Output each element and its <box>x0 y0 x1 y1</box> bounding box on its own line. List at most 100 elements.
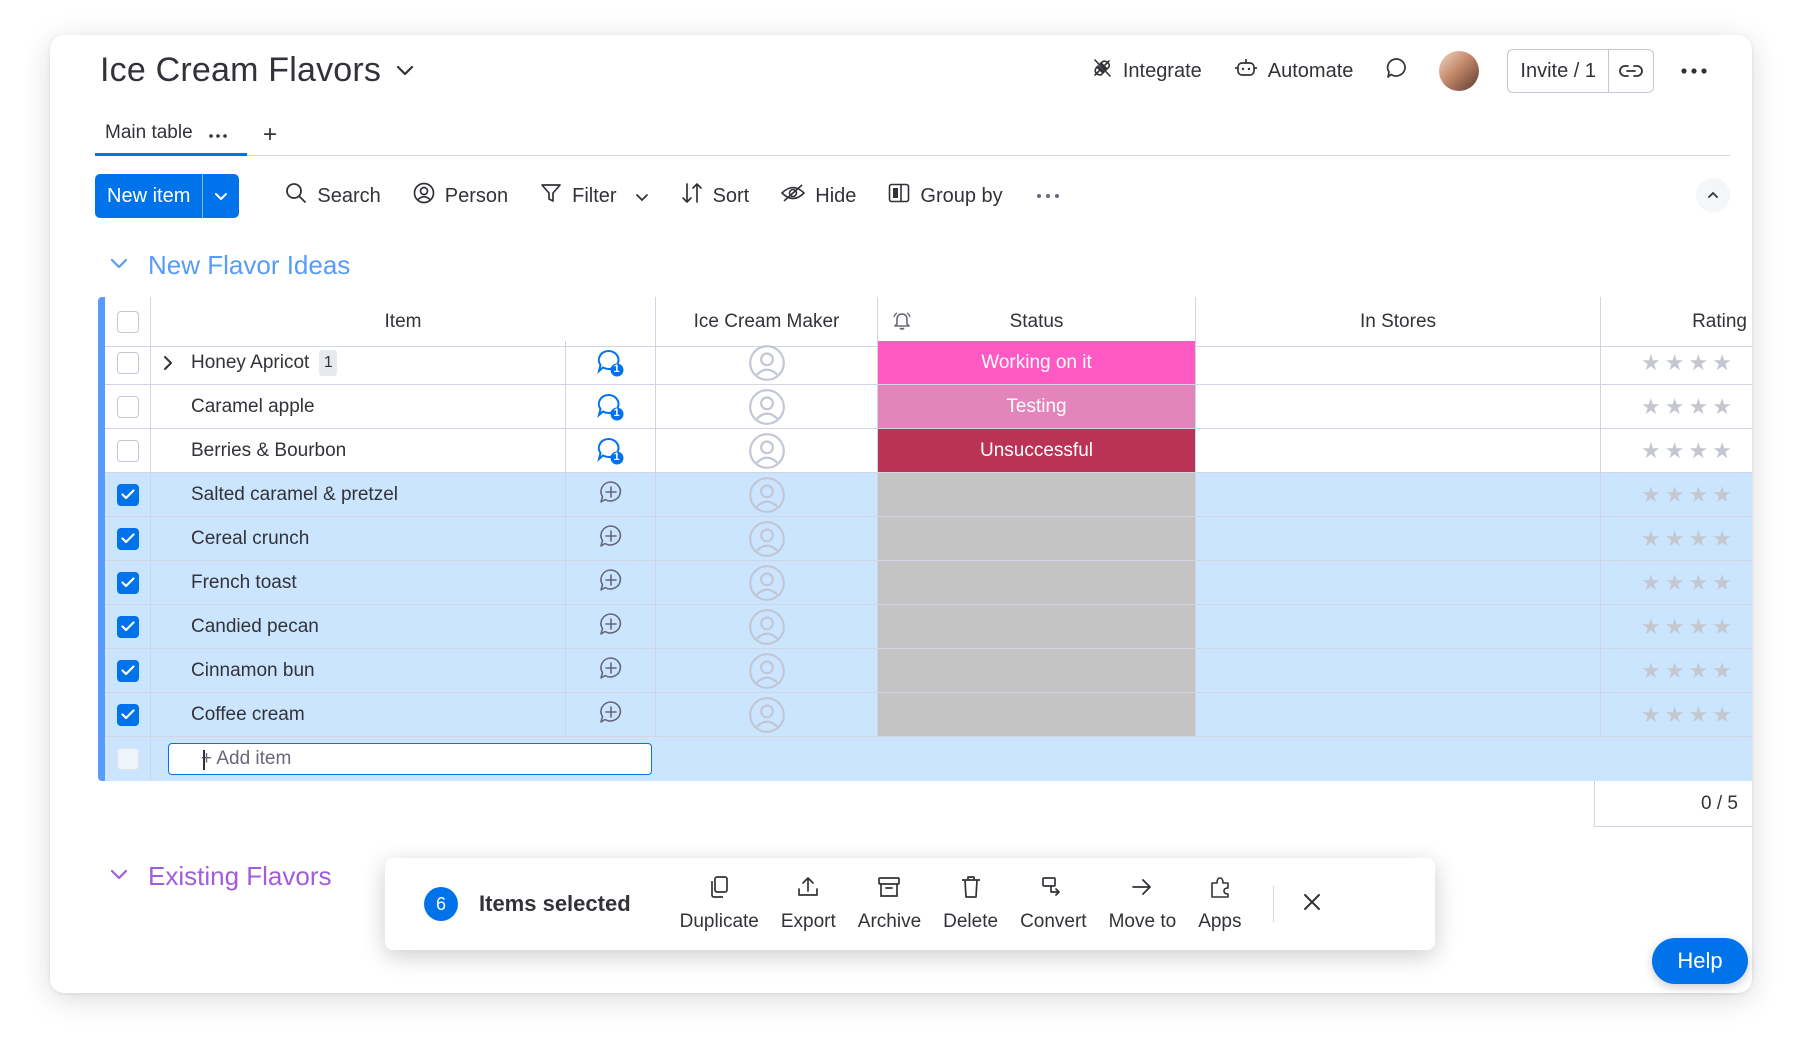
group-header-existing-flavors[interactable]: Existing Flavors <box>110 861 332 892</box>
in-stores-cell[interactable] <box>1196 385 1601 428</box>
table-row[interactable]: Coffee cream ★ ★ ★ ★ <box>105 693 1752 737</box>
row-checkbox[interactable] <box>116 615 139 638</box>
star-icon[interactable]: ★ <box>1665 350 1685 376</box>
tab-main-table[interactable]: Main table <box>95 113 247 156</box>
item-name-cell[interactable]: Caramel apple <box>151 385 566 428</box>
status-cell[interactable]: Testing <box>878 385 1196 428</box>
item-name-cell[interactable]: Candied pecan <box>151 605 566 648</box>
table-row[interactable]: Honey Apricot 1 1 Working on it ★ ★ ★ ★ <box>105 341 1752 385</box>
person-filter-button[interactable]: Person <box>397 174 524 218</box>
rating-stars[interactable]: ★ ★ ★ ★ <box>1641 482 1732 508</box>
add-update-icon[interactable] <box>598 479 624 510</box>
updates-cell[interactable] <box>566 605 656 648</box>
in-stores-cell[interactable] <box>1196 693 1601 736</box>
item-name[interactable]: French toast <box>191 572 297 594</box>
group-collapse-icon[interactable] <box>110 868 128 886</box>
person-placeholder-icon[interactable] <box>748 564 786 602</box>
rating-stars[interactable]: ★ ★ ★ ★ <box>1641 438 1732 464</box>
sort-button[interactable]: Sort <box>665 174 766 218</box>
maker-cell[interactable] <box>656 341 878 384</box>
add-update-icon[interactable] <box>598 655 624 686</box>
archive-button[interactable]: Archive <box>847 875 932 933</box>
maker-cell[interactable] <box>656 429 878 472</box>
updates-cell[interactable] <box>566 517 656 560</box>
star-icon[interactable]: ★ <box>1665 570 1685 596</box>
group-by-button[interactable]: Group by <box>872 174 1018 218</box>
person-placeholder-icon[interactable] <box>748 388 786 426</box>
status-cell[interactable] <box>878 605 1196 648</box>
maker-cell[interactable] <box>656 693 878 736</box>
column-header-stores[interactable]: In Stores <box>1196 297 1601 346</box>
status-cell[interactable] <box>878 517 1196 560</box>
apps-button[interactable]: Apps <box>1187 875 1252 933</box>
star-icon[interactable]: ★ <box>1712 482 1732 508</box>
filter-dropdown-icon[interactable] <box>635 185 649 208</box>
rating-cell[interactable]: ★ ★ ★ ★ <box>1601 429 1752 472</box>
updates-count-icon[interactable]: 1 <box>596 348 626 378</box>
status-cell[interactable]: Working on it <box>878 341 1196 384</box>
star-icon[interactable]: ★ <box>1688 658 1708 684</box>
updates-cell[interactable] <box>566 473 656 516</box>
automate-button[interactable]: Automate <box>1218 49 1370 93</box>
row-checkbox[interactable] <box>116 439 139 462</box>
star-icon[interactable]: ★ <box>1688 570 1708 596</box>
star-icon[interactable]: ★ <box>1641 438 1661 464</box>
in-stores-cell[interactable] <box>1196 473 1601 516</box>
maker-cell[interactable] <box>656 517 878 560</box>
item-name-cell[interactable]: Berries & Bourbon <box>151 429 566 472</box>
row-checkbox[interactable] <box>116 703 139 726</box>
star-icon[interactable]: ★ <box>1688 438 1708 464</box>
table-row[interactable]: French toast ★ ★ ★ ★ <box>105 561 1752 605</box>
in-stores-cell[interactable] <box>1196 649 1601 692</box>
maker-cell[interactable] <box>656 561 878 604</box>
group-header-new-flavor-ideas[interactable]: New Flavor Ideas <box>110 250 350 281</box>
in-stores-cell[interactable] <box>1196 517 1601 560</box>
star-icon[interactable]: ★ <box>1665 394 1685 420</box>
rating-stars[interactable]: ★ ★ ★ ★ <box>1641 570 1732 596</box>
person-placeholder-icon[interactable] <box>748 608 786 646</box>
item-name[interactable]: Cinnamon bun <box>191 660 315 682</box>
integrate-button[interactable]: Integrate <box>1075 49 1218 93</box>
item-name[interactable]: Caramel apple <box>191 396 315 418</box>
star-icon[interactable]: ★ <box>1688 614 1708 640</box>
status-cell[interactable] <box>878 561 1196 604</box>
row-checkbox[interactable] <box>116 527 139 550</box>
star-icon[interactable]: ★ <box>1665 614 1685 640</box>
status-cell[interactable]: Unsuccessful <box>878 429 1196 472</box>
column-header-maker[interactable]: Ice Cream Maker <box>656 297 878 346</box>
invite-button[interactable]: Invite / 1 <box>1507 49 1654 93</box>
person-placeholder-icon[interactable] <box>748 520 786 558</box>
star-icon[interactable]: ★ <box>1665 482 1685 508</box>
star-icon[interactable]: ★ <box>1641 702 1661 728</box>
add-item-input[interactable]: + Add item <box>168 743 652 775</box>
maker-cell[interactable] <box>656 649 878 692</box>
table-row[interactable]: Cinnamon bun ★ ★ ★ ★ <box>105 649 1752 693</box>
star-icon[interactable]: ★ <box>1665 658 1685 684</box>
table-row[interactable]: Caramel apple 1 Testing ★ ★ ★ ★ <box>105 385 1752 429</box>
star-icon[interactable]: ★ <box>1712 350 1732 376</box>
select-all-checkbox[interactable] <box>116 310 139 333</box>
star-icon[interactable]: ★ <box>1712 526 1732 552</box>
star-icon[interactable]: ★ <box>1641 658 1661 684</box>
item-name-cell[interactable]: Coffee cream <box>151 693 566 736</box>
rating-cell[interactable]: ★ ★ ★ ★ <box>1601 693 1752 736</box>
table-row[interactable]: Salted caramel & pretzel ★ ★ ★ ★ <box>105 473 1752 517</box>
rating-cell[interactable]: ★ ★ ★ ★ <box>1601 605 1752 648</box>
item-name[interactable]: Salted caramel & pretzel <box>191 484 398 506</box>
star-icon[interactable]: ★ <box>1641 394 1661 420</box>
updates-button[interactable] <box>1369 49 1425 93</box>
updates-cell[interactable]: 1 <box>566 341 656 384</box>
person-placeholder-icon[interactable] <box>748 432 786 470</box>
move-to-button[interactable]: Move to <box>1098 875 1188 933</box>
item-name-cell[interactable]: Honey Apricot 1 <box>151 341 566 384</box>
item-name[interactable]: Cereal crunch <box>191 528 309 550</box>
maker-cell[interactable] <box>656 385 878 428</box>
rating-stars[interactable]: ★ ★ ★ ★ <box>1641 614 1732 640</box>
in-stores-cell[interactable] <box>1196 561 1601 604</box>
maker-cell[interactable] <box>656 605 878 648</box>
item-name[interactable]: Berries & Bourbon <box>191 440 346 462</box>
person-placeholder-icon[interactable] <box>748 652 786 690</box>
star-icon[interactable]: ★ <box>1712 438 1732 464</box>
copy-link-icon[interactable] <box>1609 50 1653 92</box>
item-name-cell[interactable]: French toast <box>151 561 566 604</box>
